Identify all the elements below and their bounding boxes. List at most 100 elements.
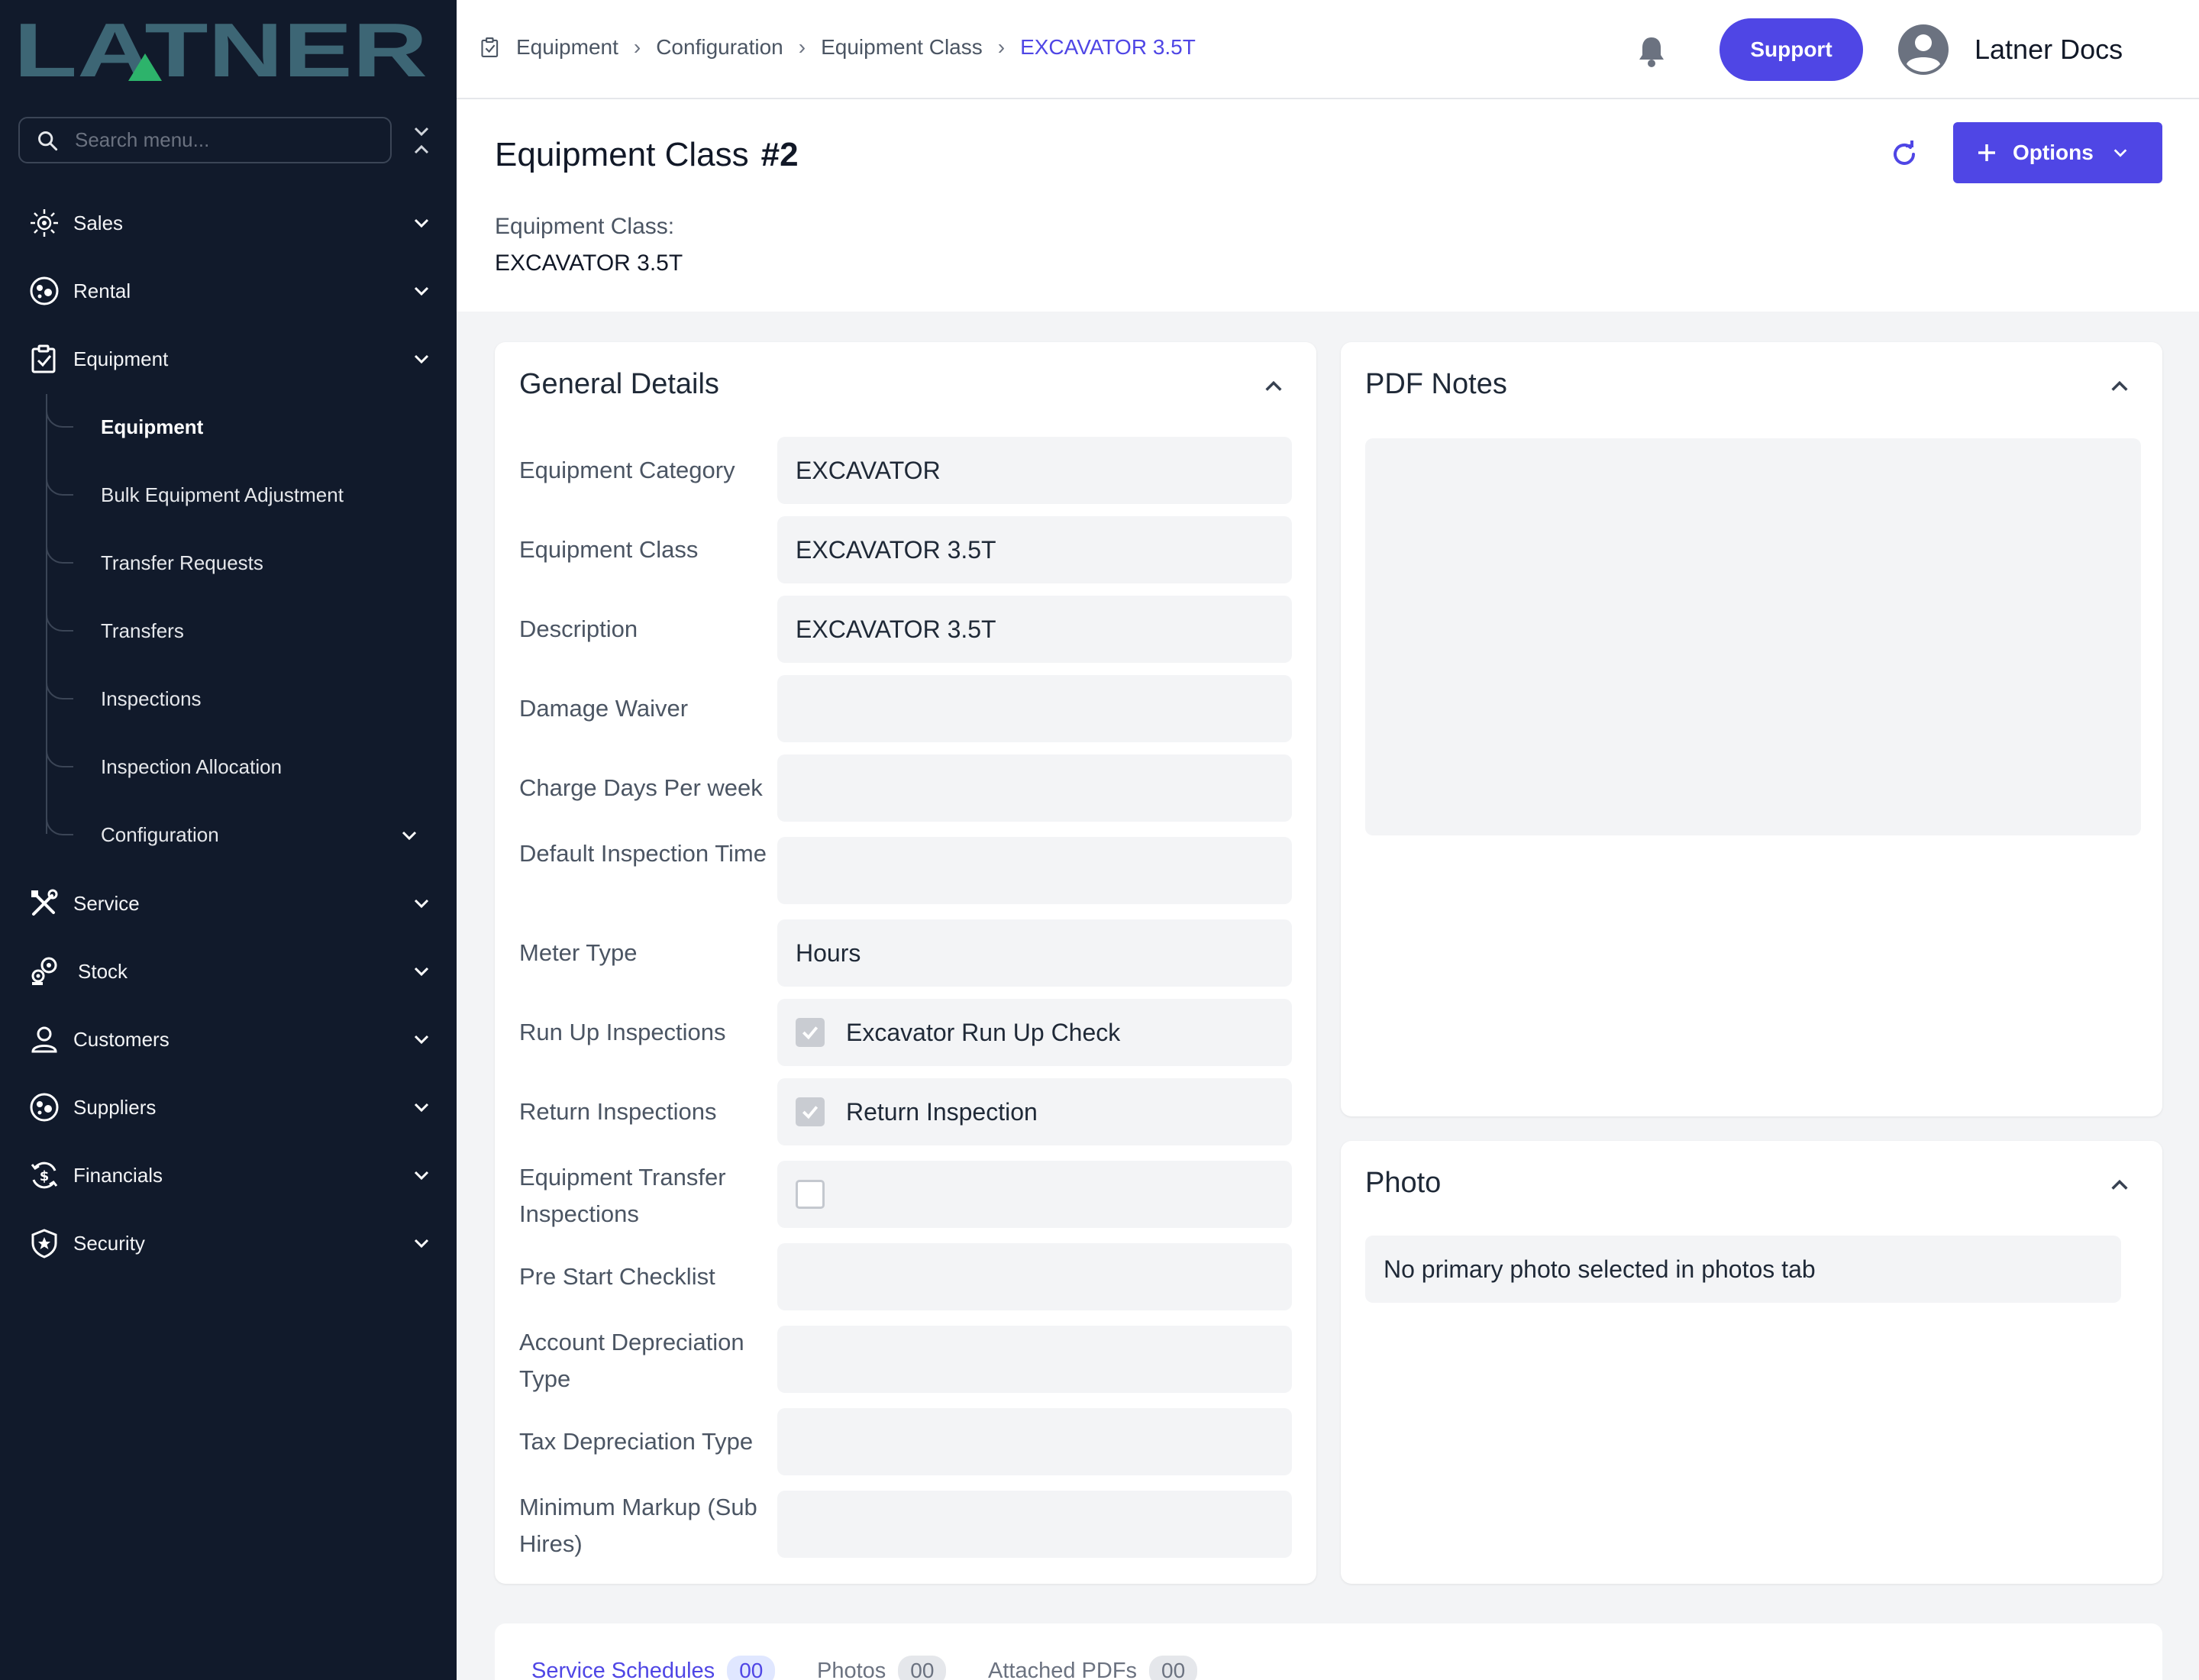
checkbox[interactable] xyxy=(796,1180,825,1209)
chevron-right-icon: › xyxy=(798,35,806,59)
chevron-down-icon xyxy=(414,354,429,364)
default-inspection-time-field[interactable] xyxy=(777,837,1292,904)
pdf-notes-textarea[interactable] xyxy=(1365,438,2141,835)
user-name[interactable]: Latner Docs xyxy=(1975,34,2123,66)
tabs-bar: Service Schedules 00 Photos 00 Attached … xyxy=(495,1623,2162,1680)
sidebar-item-stock[interactable]: Stock xyxy=(0,941,457,1002)
sidebar-item-label: Suppliers xyxy=(73,1095,157,1119)
sidebar-item-label: Service xyxy=(73,891,140,915)
damage-waiver-field[interactable] xyxy=(777,675,1292,742)
equipment-category-field[interactable]: EXCAVATOR xyxy=(777,437,1292,504)
sidebar-item-customers[interactable]: Customers xyxy=(0,1009,457,1070)
sidebar-subitem-transfers[interactable]: Transfers xyxy=(0,601,457,662)
field-label: Damage Waiver xyxy=(519,695,689,722)
checkbox[interactable] xyxy=(796,1018,825,1047)
card-title: General Details xyxy=(519,368,719,400)
tab-count-badge: 00 xyxy=(1149,1656,1198,1680)
sidebar-item-service[interactable]: Service xyxy=(0,873,457,934)
account-depreciation-type-field[interactable] xyxy=(777,1326,1292,1393)
svg-text:$: $ xyxy=(40,1168,50,1184)
tab-photos[interactable]: Photos 00 xyxy=(817,1656,947,1680)
sales-icon xyxy=(29,208,60,238)
options-button[interactable]: Options xyxy=(1953,122,2162,183)
tax-depreciation-type-field[interactable] xyxy=(777,1408,1292,1475)
sidebar-subitem-bulk-equipment-adjustment[interactable]: Bulk Equipment Adjustment xyxy=(0,465,457,526)
description-field[interactable]: EXCAVATOR 3.5T xyxy=(777,596,1292,663)
sidebar-item-sales[interactable]: Sales xyxy=(0,192,457,254)
check-icon xyxy=(802,1026,819,1040)
checkbox[interactable] xyxy=(796,1097,825,1126)
financials-icon: $ xyxy=(29,1160,60,1191)
charge-days-field[interactable] xyxy=(777,754,1292,822)
options-label: Options xyxy=(2013,141,2094,164)
field-label: Meter Type xyxy=(519,939,638,966)
chevron-up-icon[interactable] xyxy=(1263,376,1284,397)
tab-label: Service Schedules xyxy=(531,1658,715,1680)
sidebar-item-label: Equipment xyxy=(73,347,169,370)
breadcrumb-equipment[interactable]: Equipment xyxy=(516,35,618,60)
sidebar-item-rental[interactable]: Rental xyxy=(0,260,457,321)
chevron-down-icon xyxy=(2113,149,2127,157)
sidebar-item-suppliers[interactable]: Suppliers xyxy=(0,1077,457,1138)
sidebar-item-label: Stock xyxy=(78,959,128,983)
sidebar-item-equipment[interactable]: Equipment xyxy=(0,328,457,389)
no-photo-message: No primary photo selected in photos tab xyxy=(1365,1236,2121,1303)
sidebar-subitem-configuration[interactable]: Configuration xyxy=(0,805,457,866)
field-label: Equipment Category xyxy=(519,457,735,483)
page-header: Equipment Class #2 Options Equipment Clas… xyxy=(457,99,2199,312)
checkbox-label: Excavator Run Up Check xyxy=(846,1018,1121,1046)
chevron-down-icon xyxy=(414,1239,429,1249)
check-icon xyxy=(802,1106,819,1119)
return-inspections-field[interactable]: Return Inspection xyxy=(777,1078,1292,1145)
support-button[interactable]: Support xyxy=(1719,18,1863,81)
bell-icon[interactable] xyxy=(1637,35,1666,67)
sidebar-subitem-inspection-allocation[interactable]: Inspection Allocation xyxy=(0,737,457,798)
sidebar-subitem-equipment[interactable]: Equipment xyxy=(0,397,457,458)
field-label: Return Inspections xyxy=(519,1098,717,1125)
breadcrumb-equipment-class[interactable]: Equipment Class xyxy=(821,35,983,60)
class-label: Equipment Class: xyxy=(495,214,675,239)
sidebar-item-label: Rental xyxy=(73,279,131,302)
field-label: Minimum Markup (Sub Hires) xyxy=(519,1494,757,1557)
chevron-down-icon xyxy=(402,831,417,841)
chevron-up-icon[interactable] xyxy=(2109,376,2130,397)
sidebar-subitem-transfer-requests[interactable]: Transfer Requests xyxy=(0,533,457,594)
minimum-markup-field[interactable] xyxy=(777,1491,1292,1558)
tab-count-badge: 00 xyxy=(898,1656,947,1680)
run-up-inspections-field[interactable]: Excavator Run Up Check xyxy=(777,999,1292,1066)
sidebar-subitem-label: Inspections xyxy=(101,687,202,710)
equipment-transfer-inspections-field[interactable] xyxy=(777,1161,1292,1228)
sidebar-item-financials[interactable]: $ Financials xyxy=(0,1145,457,1206)
meter-type-field[interactable]: Hours xyxy=(777,919,1292,987)
plus-icon xyxy=(1978,144,1995,161)
sidebar-subitem-label: Equipment xyxy=(101,415,204,438)
refresh-icon[interactable] xyxy=(1889,139,1920,170)
avatar[interactable] xyxy=(1898,24,1949,75)
search-menu-input[interactable]: Search menu... xyxy=(18,117,392,163)
tab-label: Attached PDFs xyxy=(988,1658,1138,1680)
pre-start-checklist-field[interactable] xyxy=(777,1243,1292,1310)
collapse-all-icon[interactable] xyxy=(409,124,434,157)
sidebar-subitem-inspections[interactable]: Inspections xyxy=(0,669,457,730)
rental-icon xyxy=(29,276,60,306)
tab-attached-pdfs[interactable]: Attached PDFs 00 xyxy=(988,1656,1198,1680)
sidebar-item-label: Security xyxy=(73,1231,145,1255)
chevron-right-icon: › xyxy=(997,35,1006,59)
chevron-up-icon[interactable] xyxy=(2109,1174,2130,1196)
field-label: Account Depreciation Type xyxy=(519,1329,744,1392)
field-label: Tax Depreciation Type xyxy=(519,1428,754,1455)
sidebar: LATNER Search menu... Sales Rental Equip… xyxy=(0,0,457,1680)
shield-icon xyxy=(29,1228,60,1258)
breadcrumb-configuration[interactable]: Configuration xyxy=(656,35,783,60)
field-label: Equipment Transfer Inspections xyxy=(519,1164,726,1227)
svg-text:LATNER: LATNER xyxy=(14,17,428,81)
equipment-class-field[interactable]: EXCAVATOR 3.5T xyxy=(777,516,1292,583)
sidebar-item-security[interactable]: Security xyxy=(0,1213,457,1274)
tab-label: Photos xyxy=(817,1658,886,1680)
tab-service-schedules[interactable]: Service Schedules 00 xyxy=(531,1656,776,1680)
sidebar-item-label: Financials xyxy=(73,1163,163,1187)
latner-logo[interactable]: LATNER xyxy=(14,17,428,81)
topbar: Equipment › Configuration › Equipment Cl… xyxy=(457,0,2199,99)
equipment-icon xyxy=(29,344,60,374)
record-number: #2 xyxy=(760,136,799,173)
